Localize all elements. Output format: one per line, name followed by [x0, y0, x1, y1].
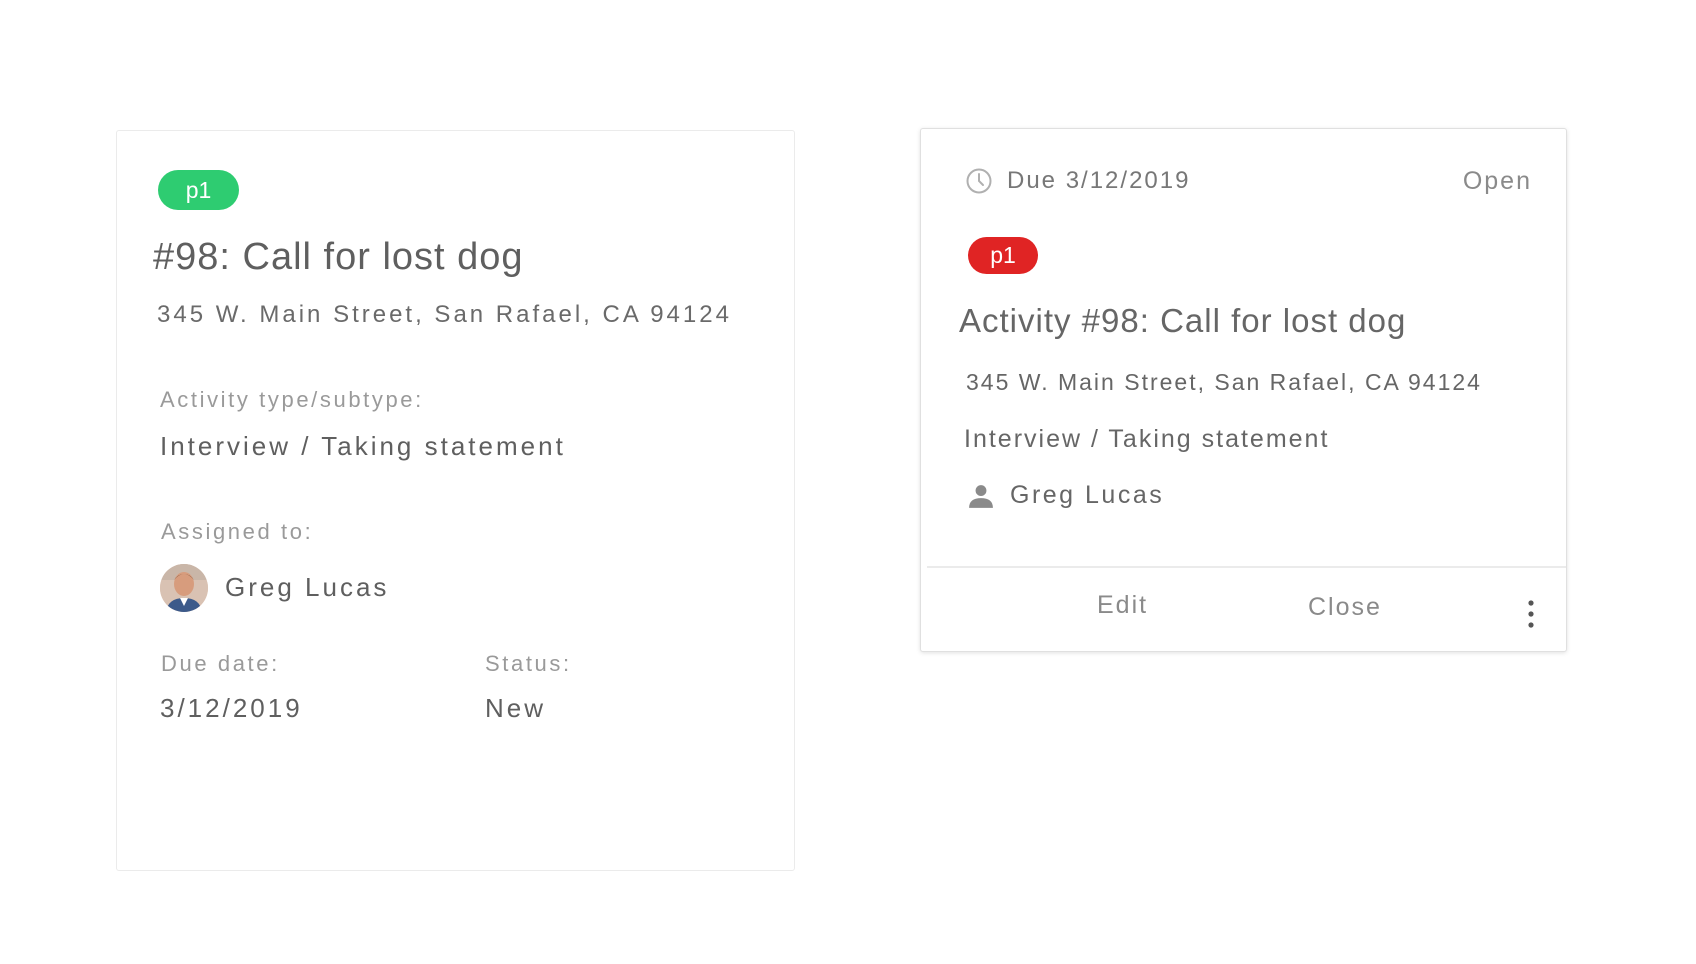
- assignee-avatar: [160, 564, 208, 612]
- priority-badge: p1: [158, 170, 239, 210]
- clock-icon: [966, 168, 992, 194]
- due-date-text: Due 3/12/2019: [1007, 167, 1191, 194]
- due-row: Due 3/12/2019: [965, 167, 1190, 195]
- activity-title: #98: Call for lost dog: [153, 236, 524, 278]
- priority-badge: p1: [968, 237, 1038, 274]
- activity-type-value: Interview / Taking statement: [160, 431, 566, 461]
- activity-address: 345 W. Main Street, San Rafael, CA 94124: [966, 369, 1482, 395]
- activity-address: 345 W. Main Street, San Rafael, CA 94124: [157, 301, 732, 328]
- activity-title: Activity #98: Call for lost dog: [959, 302, 1407, 339]
- due-date-value: 3/12/2019: [160, 693, 303, 723]
- activity-type-value: Interview / Taking statement: [964, 425, 1330, 453]
- card-divider: [927, 566, 1566, 568]
- close-button[interactable]: Close: [1308, 593, 1382, 622]
- person-icon: [969, 484, 993, 508]
- assignee-row: Greg Lucas: [968, 481, 1164, 510]
- status-label: Status:: [485, 651, 572, 676]
- activity-type-label: Activity type/subtype:: [160, 387, 424, 412]
- assigned-to-label: Assigned to:: [161, 519, 314, 544]
- assignee-name: Greg Lucas: [225, 572, 390, 602]
- assignee-name: Greg Lucas: [1010, 481, 1165, 509]
- due-date-label: Due date:: [161, 651, 280, 676]
- status-text: Open: [1462, 167, 1532, 195]
- edit-button[interactable]: Edit: [1097, 591, 1148, 620]
- more-vertical-icon[interactable]: [1526, 599, 1536, 629]
- activity-summary-card[interactable]: Due 3/12/2019 Open p1 Activity #98: Call…: [920, 128, 1567, 652]
- status-value: New: [485, 693, 547, 723]
- activity-detail-card: p1 #98: Call for lost dog 345 W. Main St…: [116, 130, 795, 871]
